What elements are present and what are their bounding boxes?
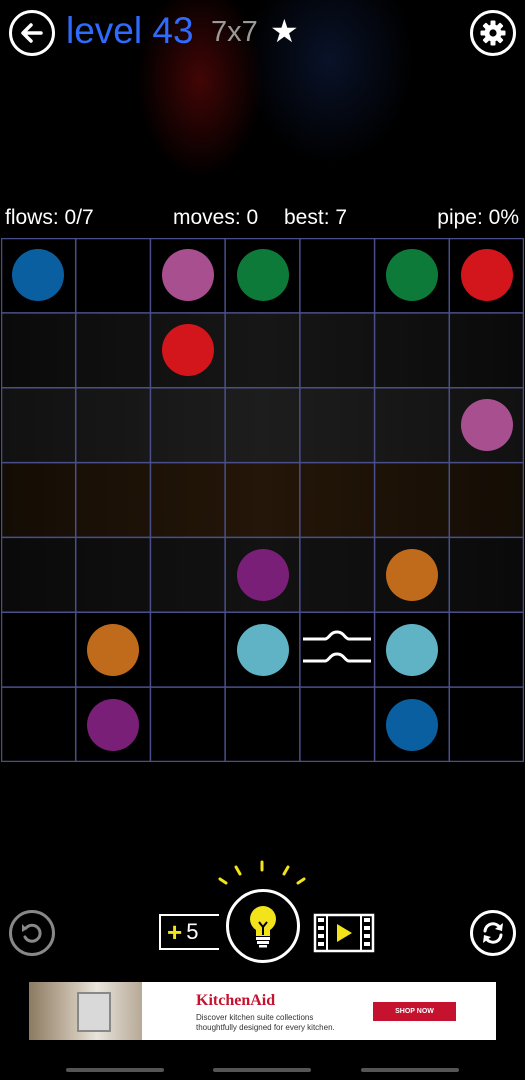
video-play-icon[interactable]	[313, 913, 375, 953]
flows-counter: flows: 0/7	[5, 206, 94, 229]
back-button[interactable]	[9, 10, 55, 56]
undo-icon	[22, 923, 42, 943]
nav-hint-center	[213, 1068, 311, 1072]
hint-button[interactable]	[226, 889, 300, 963]
gear-icon	[480, 20, 506, 46]
top-bar: level 43 7x7 ★	[0, 0, 525, 66]
flow-dot[interactable]	[385, 623, 438, 676]
star-icon: ★	[270, 13, 299, 49]
flow-dot[interactable]	[385, 548, 438, 601]
flow-dot[interactable]	[460, 399, 513, 452]
flow-dot[interactable]	[385, 698, 438, 751]
flow-dot[interactable]	[236, 548, 289, 601]
flow-dot[interactable]	[161, 249, 214, 302]
board-grid	[1, 238, 524, 762]
ad-banner[interactable]: KitchenAid Discover kitchen suite collec…	[29, 982, 496, 1040]
flow-dot[interactable]	[385, 249, 438, 302]
bridge-icon	[303, 630, 372, 663]
restart-icon	[483, 922, 503, 944]
flow-dot[interactable]	[460, 249, 513, 302]
flow-dot[interactable]	[161, 324, 214, 377]
lightbulb-icon	[250, 906, 276, 948]
flow-dot[interactable]	[236, 249, 289, 302]
hint-count: 5	[186, 919, 199, 944]
ad-brand: KitchenAid	[196, 992, 276, 1009]
settings-button[interactable]	[470, 10, 516, 56]
pipe-percentage: pipe: 0%	[437, 206, 519, 229]
hint-plus: +	[167, 916, 183, 947]
nav-hint-right	[361, 1068, 459, 1072]
ad-text-line2: thoughtfully designed for every kitchen.	[196, 1023, 335, 1032]
flow-dot[interactable]	[236, 623, 289, 676]
ad-stove-image	[77, 992, 111, 1032]
board-size-label: 7x7	[211, 16, 258, 48]
game-board[interactable]	[1, 238, 524, 762]
ad-kitchen-image	[29, 982, 142, 1040]
flow-dot[interactable]	[87, 623, 140, 676]
ad-text-line1: Discover kitchen suite collections	[196, 1013, 314, 1022]
level-title: level 43	[66, 10, 194, 51]
best-score: best: 7	[284, 206, 348, 229]
arrow-left-icon	[21, 23, 43, 43]
restart-button[interactable]	[470, 910, 516, 956]
ad-cta-button[interactable]: SHOP NOW	[373, 1002, 456, 1021]
lightbulb-rays-icon	[218, 860, 306, 885]
bottom-controls: + 5	[0, 855, 525, 965]
moves-counter: moves: 0	[173, 206, 259, 229]
hint-counter[interactable]: + 5	[159, 914, 219, 950]
undo-button[interactable]	[9, 910, 55, 956]
flow-dot[interactable]	[87, 698, 140, 751]
nav-hint-left	[66, 1068, 164, 1072]
